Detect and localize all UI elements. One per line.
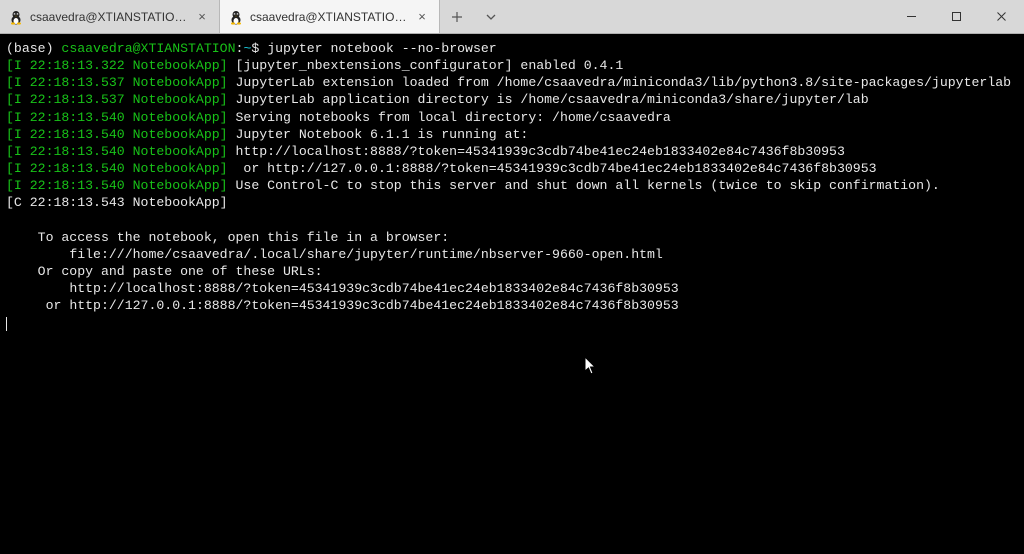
log-prefix: [I 22:18:13.537 NotebookApp] xyxy=(6,92,228,107)
maximize-button[interactable] xyxy=(934,0,979,34)
tail-line: http://localhost:8888/?token=45341939c3c… xyxy=(6,281,679,296)
log-msg: Jupyter Notebook 6.1.1 is running at: xyxy=(228,127,529,142)
tab-0-close-icon[interactable]: × xyxy=(195,10,209,24)
log-msg: http://localhost:8888/?token=45341939c3c… xyxy=(228,144,845,159)
log-prefix: [I 22:18:13.540 NotebookApp] xyxy=(6,178,228,193)
log-msg: Use Control-C to stop this server and sh… xyxy=(228,178,940,193)
log-prefix: [I 22:18:13.540 NotebookApp] xyxy=(6,144,228,159)
log-msg: JupyterLab application directory is /hom… xyxy=(228,92,869,107)
tab-0-title: csaavedra@XTIANSTATION: /mr xyxy=(30,10,189,24)
log-prefix: [I 22:18:13.540 NotebookApp] xyxy=(6,110,228,125)
tab-1-title: csaavedra@XTIANSTATION: ~ xyxy=(250,10,409,24)
tab-strip: csaavedra@XTIANSTATION: /mr × csaavedra@… xyxy=(0,0,889,33)
log-prefix: [I 22:18:13.540 NotebookApp] xyxy=(6,161,228,176)
close-button[interactable] xyxy=(979,0,1024,34)
tail-line: Or copy and paste one of these URLs: xyxy=(6,264,323,279)
prompt-command: jupyter notebook --no-browser xyxy=(267,41,497,56)
tab-1-close-icon[interactable]: × xyxy=(415,10,429,24)
tab-0[interactable]: csaavedra@XTIANSTATION: /mr × xyxy=(0,0,220,33)
window-titlebar: csaavedra@XTIANSTATION: /mr × csaavedra@… xyxy=(0,0,1024,34)
log-prefix: [C 22:18:13.543 NotebookApp] xyxy=(6,195,228,210)
log-prefix: [I 22:18:13.322 NotebookApp] xyxy=(6,58,228,73)
tux-icon xyxy=(8,9,24,25)
prompt-base: (base) xyxy=(6,41,53,56)
terminal-cursor xyxy=(6,317,7,331)
log-prefix: [I 22:18:13.540 NotebookApp] xyxy=(6,127,228,142)
minimize-button[interactable] xyxy=(889,0,934,34)
log-msg: Serving notebooks from local directory: … xyxy=(228,110,671,125)
log-msg: JupyterLab extension loaded from /home/c… xyxy=(228,75,1011,90)
log-msg: or http://127.0.0.1:8888/?token=45341939… xyxy=(228,161,877,176)
mouse-cursor-icon xyxy=(584,356,598,376)
window-controls xyxy=(889,0,1024,33)
log-msg: [jupyter_nbextensions_configurator] enab… xyxy=(228,58,624,73)
tux-icon xyxy=(228,9,244,25)
tail-line: To access the notebook, open this file i… xyxy=(6,230,449,245)
new-tab-button[interactable] xyxy=(440,0,474,33)
tab-1[interactable]: csaavedra@XTIANSTATION: ~ × xyxy=(220,0,440,33)
terminal-output[interactable]: (base) csaavedra@XTIANSTATION:~$ jupyter… xyxy=(0,34,1024,554)
tail-line: or http://127.0.0.1:8888/?token=45341939… xyxy=(6,298,679,313)
tab-dropdown-button[interactable] xyxy=(474,0,508,33)
tail-line: file:///home/csaavedra/.local/share/jupy… xyxy=(6,247,663,262)
log-prefix: [I 22:18:13.537 NotebookApp] xyxy=(6,75,228,90)
prompt-sigil: $ xyxy=(251,41,259,56)
prompt-userhost: csaavedra@XTIANSTATION xyxy=(61,41,235,56)
